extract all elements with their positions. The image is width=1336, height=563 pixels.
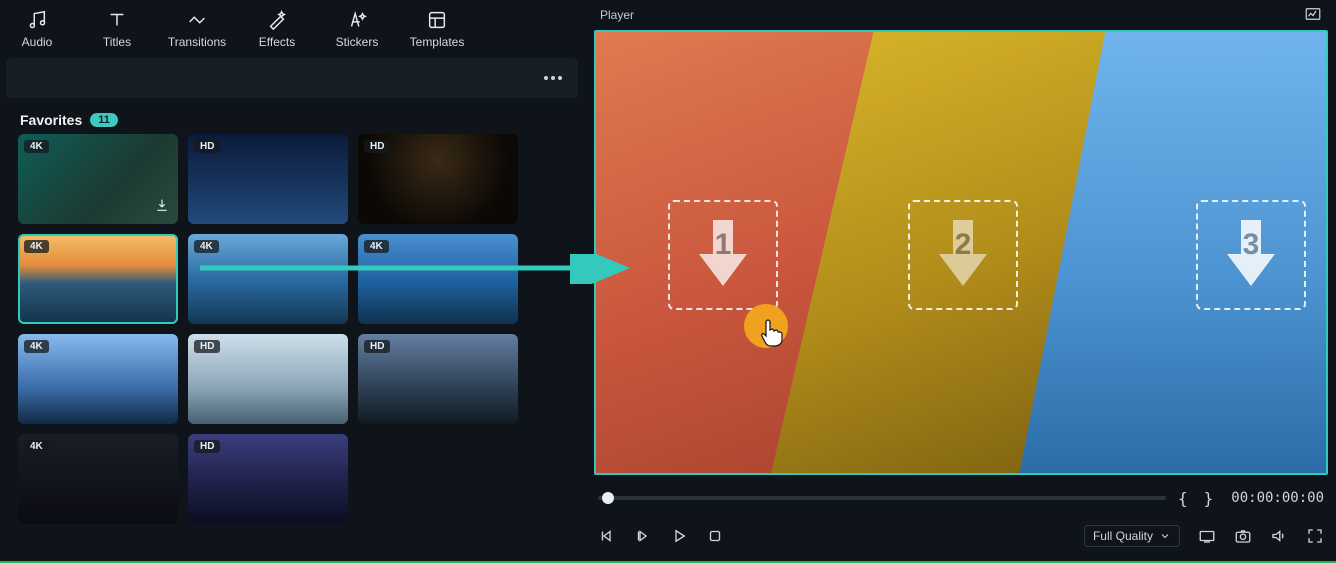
pointer-cursor-icon [758,318,786,353]
media-thumb[interactable]: 4K [358,234,518,324]
quality-badge: 4K [194,240,219,253]
text-icon [106,9,128,31]
tool-label: Stickers [336,35,379,49]
quality-badge: 4K [24,440,49,453]
stats-icon[interactable] [1304,5,1322,26]
top-toolbar: Audio Titles Transitions Effects Sticker… [0,0,584,54]
tool-label: Titles [103,35,131,49]
marker-out-brace[interactable]: } [1200,489,1218,508]
media-thumb[interactable]: 4K [188,234,348,324]
sticker-icon [346,9,368,31]
seek-slider[interactable] [598,496,1166,500]
media-grid: 4K HD HD 4K 4K 4K 4K HD [0,132,584,536]
timecode-display: 00:00:00:00 [1225,490,1324,506]
drop-zone-1[interactable]: 1 [668,200,778,310]
play-button[interactable] [670,527,688,545]
wand-icon [266,9,288,31]
quality-badge: 4K [364,240,389,253]
volume-button[interactable] [1270,527,1288,545]
more-options-icon[interactable] [544,76,564,80]
quality-badge: HD [194,340,220,353]
player-title: Player [600,8,634,22]
drop-zone-number: 3 [1216,228,1286,262]
music-note-icon [26,9,48,31]
seek-knob[interactable] [602,492,614,504]
download-icon[interactable] [154,197,170,218]
tool-stickers[interactable]: Stickers [326,9,388,49]
tool-templates[interactable]: Templates [406,9,468,49]
quality-badge: 4K [24,240,49,253]
marker-in-brace[interactable]: { [1174,489,1192,508]
tool-label: Templates [410,35,465,49]
media-thumb[interactable]: HD [188,434,348,524]
player-header: Player [594,0,1328,30]
tool-titles[interactable]: Titles [86,9,148,49]
drop-zone-number: 1 [688,228,758,262]
quality-badge: HD [194,140,220,153]
favorites-count-badge: 11 [90,113,118,127]
chevron-down-icon [1159,530,1171,542]
drop-zone-2[interactable]: 2 [908,200,1018,310]
player-preview[interactable]: 1 2 3 [594,30,1328,475]
favorites-section-header: Favorites 11 [0,98,584,132]
drop-zone-3[interactable]: 3 [1196,200,1306,310]
quality-label: Full Quality [1093,529,1153,543]
media-thumb[interactable]: 4K [18,434,178,524]
tool-label: Audio [22,35,53,49]
media-thumb[interactable]: HD [188,134,348,224]
media-thumb[interactable]: 4K [18,134,178,224]
media-thumb[interactable]: 4K [18,234,178,324]
seek-bar-row: { } 00:00:00:00 [594,475,1328,515]
quality-badge: HD [364,140,390,153]
drop-zone-number: 2 [928,228,998,262]
quality-badge: 4K [24,140,49,153]
transitions-icon [186,9,208,31]
playback-quality-select[interactable]: Full Quality [1084,525,1180,547]
display-mode-button[interactable] [1198,527,1216,545]
play-in-button[interactable] [634,527,652,545]
tool-transitions[interactable]: Transitions [166,9,228,49]
media-thumb[interactable]: HD [358,134,518,224]
stop-button[interactable] [706,527,724,545]
section-title: Favorites [20,112,82,128]
templates-icon [426,9,448,31]
quality-badge: HD [364,340,390,353]
fullscreen-button[interactable] [1306,527,1324,545]
media-thumb[interactable]: HD [358,334,518,424]
prev-frame-button[interactable] [598,527,616,545]
tool-effects[interactable]: Effects [246,9,308,49]
tool-label: Transitions [168,35,226,49]
snapshot-button[interactable] [1234,527,1252,545]
media-thumb[interactable]: HD [188,334,348,424]
quality-badge: HD [194,440,220,453]
media-thumb[interactable]: 4K [18,334,178,424]
tool-audio[interactable]: Audio [6,9,68,49]
tool-label: Effects [259,35,295,49]
quality-badge: 4K [24,340,49,353]
player-controls: Full Quality [594,515,1328,555]
panel-sub-bar [6,58,578,98]
